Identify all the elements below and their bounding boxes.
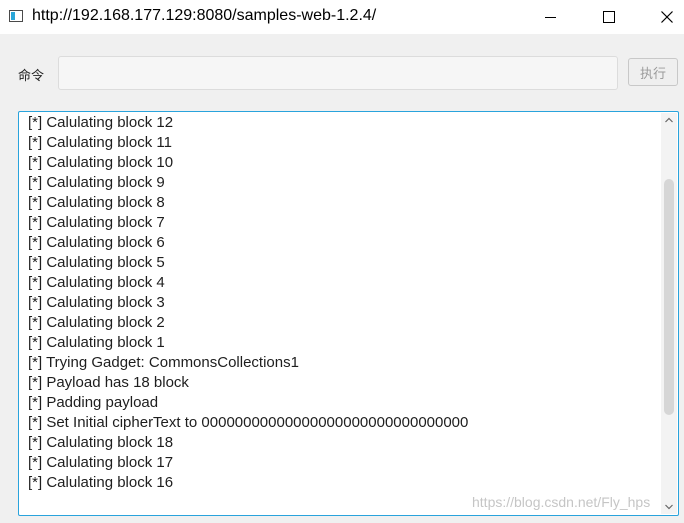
output-line: [*] Calulating block 11 xyxy=(28,134,172,151)
output-line: [*] Calulating block 6 xyxy=(28,234,165,251)
output-line: [*] Calulating block 10 xyxy=(28,154,174,171)
output-line: [*] Calulating block 16 xyxy=(28,474,174,491)
scroll-down-icon xyxy=(665,504,673,510)
output-line: [*] Padding payload xyxy=(28,394,159,411)
output-line: [*] Trying Gadget: CommonsCollections1 xyxy=(28,354,299,371)
vertical-scrollbar[interactable] xyxy=(661,113,677,514)
output-line: [*] Calulating block 1 xyxy=(28,334,165,351)
output-line: [*] Calulating block 17 xyxy=(28,454,174,471)
scroll-up-icon xyxy=(665,117,673,123)
window-title: http://192.168.177.129:8080/samples-web-… xyxy=(32,7,377,24)
minimize-button[interactable] xyxy=(528,0,574,34)
output-line: [*] Payload has 18 block xyxy=(28,374,189,391)
command-label: 命令 xyxy=(18,69,45,84)
close-icon xyxy=(661,11,673,23)
command-input[interactable] xyxy=(58,56,618,90)
watermark: https://blog.csdn.net/Fly_hps xyxy=(472,494,651,510)
output-line: [*] Calulating block 9 xyxy=(28,174,165,191)
output-line: [*] Calulating block 8 xyxy=(28,194,165,211)
output-line: [*] Calulating block 2 xyxy=(28,314,165,331)
output-line: [*] Calulating block 12 xyxy=(28,114,174,131)
scroll-up-button[interactable] xyxy=(661,113,677,127)
close-button[interactable] xyxy=(642,0,684,34)
output-line: [*] Calulating block 4 xyxy=(28,274,165,291)
output-line: [*] Calulating block 5 xyxy=(28,254,165,271)
output-textarea[interactable]: [*] Calulating block 12 [*] Calulating bl… xyxy=(18,111,679,516)
title-bar: http://192.168.177.129:8080/samples-web-… xyxy=(0,0,684,34)
app-icon xyxy=(9,10,23,22)
maximize-button[interactable] xyxy=(585,0,631,34)
scroll-down-button[interactable] xyxy=(661,500,677,514)
output-line: [*] Calulating block 7 xyxy=(28,214,165,231)
execute-button[interactable]: 执行 xyxy=(628,58,678,86)
output-log: [*] Calulating block 12 [*] Calulating bl… xyxy=(28,113,468,493)
output-line: [*] Calulating block 3 xyxy=(28,294,165,311)
output-line: [*] Set Initial cipherText to 0000000000… xyxy=(28,414,469,431)
scrollbar-thumb[interactable] xyxy=(664,179,674,415)
output-line: [*] Calulating block 18 xyxy=(28,434,174,451)
